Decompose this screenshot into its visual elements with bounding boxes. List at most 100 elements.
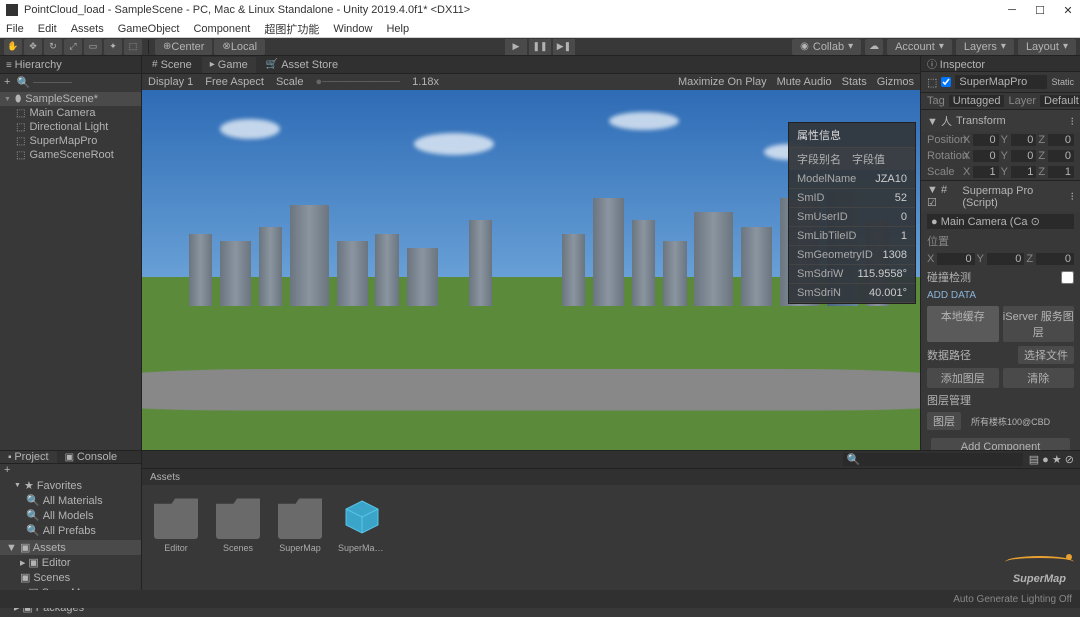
lighting-status[interactable]: Auto Generate Lighting Off — [953, 594, 1072, 605]
hand-tool[interactable]: ✋ — [4, 39, 22, 55]
rot-z[interactable]: 0 — [1048, 150, 1074, 162]
local-cache-tab[interactable]: 本地缓存 — [927, 306, 999, 342]
maximize-button[interactable]: ☐ — [1034, 4, 1046, 16]
iserver-tab[interactable]: iServer 服务图层 — [1003, 306, 1075, 342]
collab-button[interactable]: ◉ Collab ▾ — [792, 39, 861, 55]
rot-y[interactable]: 0 — [1011, 150, 1037, 162]
fav-prefabs[interactable]: 🔍 All Prefabs — [0, 523, 141, 538]
pivot-local[interactable]: ⊗ Local — [214, 39, 265, 55]
status-bar: Auto Generate Lighting Off — [0, 590, 1080, 608]
stats-toggle[interactable]: Stats — [842, 76, 867, 88]
aspect-dropdown[interactable]: Free Aspect — [205, 76, 264, 88]
add-layer-button[interactable]: 添加图层 — [927, 368, 999, 388]
pos-z[interactable]: 0 — [1048, 134, 1074, 146]
clear-button[interactable]: 清除 — [1003, 368, 1075, 388]
project-create[interactable]: + — [4, 464, 10, 476]
hierarchy-scene[interactable]: ▼ ⬮ SampleScene* — [0, 92, 141, 106]
main-camera-field[interactable]: ● Main Camera (Ca ⊙ — [927, 214, 1074, 229]
mute-audio[interactable]: Mute Audio — [777, 76, 832, 88]
menu-help[interactable]: Help — [386, 23, 409, 35]
attr-row: SmID52 — [789, 189, 915, 208]
asset-folder-scenes[interactable]: Scenes — [214, 495, 262, 553]
rotate-tool[interactable]: ↻ — [44, 39, 62, 55]
project-filter[interactable]: ▤ ● ★ ⊘ — [1029, 453, 1074, 466]
attribute-info-panel[interactable]: 属性信息 字段别名 字段值 ModelNameJZA10 SmID52 SmUs… — [788, 122, 916, 304]
tag-dropdown[interactable]: Untagged — [949, 95, 1005, 107]
layers-dropdown[interactable]: Layers ▾ — [956, 39, 1014, 55]
game-render-view[interactable]: 属性信息 字段别名 字段值 ModelNameJZA10 SmID52 SmUs… — [142, 90, 920, 450]
step-button[interactable]: ▶❚ — [553, 39, 575, 55]
rot-x[interactable]: 0 — [973, 150, 999, 162]
inspector-tab[interactable]: ⓘ Inspector — [921, 56, 1080, 72]
scale-value: 1.18x — [412, 76, 439, 88]
script-component-header[interactable]: ▼ # ☑ Supermap Pro (Script)⁝ — [921, 181, 1080, 212]
menu-window[interactable]: Window — [333, 23, 372, 35]
custom-tool[interactable]: ⬚ — [124, 39, 142, 55]
hierarchy-item-supermappro[interactable]: ⬚ SuperMapPro — [0, 134, 141, 148]
rect-tool[interactable]: ▭ — [84, 39, 102, 55]
menu-edit[interactable]: Edit — [38, 23, 57, 35]
game-view-panel: # Scene ▸ Game 🛒 Asset Store Display 1 F… — [142, 56, 920, 450]
pause-button[interactable]: ❚❚ — [529, 39, 551, 55]
assets-breadcrumb[interactable]: Assets — [142, 469, 1080, 485]
menu-assets[interactable]: Assets — [71, 23, 104, 35]
tree-scenes[interactable]: ▣ Scenes — [0, 570, 141, 585]
pivot-center[interactable]: ⊕ Center — [155, 39, 212, 55]
asset-prefab-supermap[interactable]: SuperMap... — [338, 495, 386, 553]
transform-tool[interactable]: ✦ — [104, 39, 122, 55]
gameobject-name[interactable]: SuperMapPro — [955, 75, 1047, 89]
tab-console[interactable]: ▣ Console — [57, 451, 126, 463]
project-content: 🔍 ▤ ● ★ ⊘ Assets Editor Scenes SuperMap … — [142, 451, 1080, 608]
fav-models[interactable]: 🔍 All Models — [0, 508, 141, 523]
asset-folder-editor[interactable]: Editor — [152, 495, 200, 553]
display-dropdown[interactable]: Display 1 — [148, 76, 193, 88]
cloud-button[interactable]: ☁ — [865, 39, 883, 55]
fav-materials[interactable]: 🔍 All Materials — [0, 493, 141, 508]
project-search[interactable]: 🔍 — [843, 453, 1023, 466]
hierarchy-item-light[interactable]: ⬚ Directional Light — [0, 120, 141, 134]
browse-file-button[interactable]: 选择文件 — [1018, 346, 1074, 364]
scale-tool[interactable]: ⤢ — [64, 39, 82, 55]
pos-y[interactable]: 0 — [1011, 134, 1037, 146]
layer-dropdown[interactable]: Default — [1040, 95, 1080, 107]
hierarchy-item-gamesceneroot[interactable]: ⬚ GameSceneRoot — [0, 148, 141, 162]
pos-x[interactable]: 0 — [973, 134, 999, 146]
hierarchy-tab[interactable]: ≡ Hierarchy — [0, 56, 141, 74]
menu-component[interactable]: Component — [193, 23, 250, 35]
transform-component-header[interactable]: ▼ 人 Transform⁝ — [921, 110, 1080, 132]
hierarchy-create[interactable]: + — [4, 76, 10, 88]
favorites-header[interactable]: ▼ ★ Favorites — [0, 478, 141, 493]
move-tool[interactable]: ✥ — [24, 39, 42, 55]
minimize-button[interactable]: ─ — [1006, 4, 1018, 16]
tab-scene[interactable]: # Scene — [144, 57, 200, 73]
tree-editor[interactable]: ▶ ▣ Editor — [0, 555, 141, 570]
menu-gameobject[interactable]: GameObject — [118, 23, 180, 35]
gameobject-active-checkbox[interactable] — [941, 77, 951, 87]
window-titlebar: PointCloud_load - SampleScene - PC, Mac … — [0, 0, 1080, 20]
scale-slider[interactable]: ●────────── — [315, 76, 400, 88]
menu-file[interactable]: File — [6, 23, 24, 35]
hierarchy-item-camera[interactable]: ⬚ Main Camera — [0, 106, 141, 120]
tab-project[interactable]: ▪ Project — [0, 451, 57, 463]
scale-z[interactable]: 1 — [1048, 166, 1074, 178]
scale-y[interactable]: 1 — [1011, 166, 1037, 178]
tab-asset-store[interactable]: 🛒 Asset Store — [258, 57, 346, 73]
maximize-on-play[interactable]: Maximize On Play — [678, 76, 767, 88]
add-component-button[interactable]: Add Component — [931, 438, 1070, 450]
hierarchy-search[interactable]: 🔍 ───── — [16, 76, 72, 89]
gizmos-toggle[interactable]: Gizmos — [877, 76, 914, 88]
add-data-section: ADD DATA — [921, 287, 1080, 304]
hierarchy-panel: ≡ Hierarchy + 🔍 ───── ▼ ⬮ SampleScene* ⬚… — [0, 56, 142, 450]
assets-header[interactable]: ▼ ▣ Assets — [0, 540, 141, 555]
layers-button[interactable]: 图层 — [927, 412, 961, 430]
layout-dropdown[interactable]: Layout ▾ — [1018, 39, 1076, 55]
account-dropdown[interactable]: Account ▾ — [887, 39, 952, 55]
close-button[interactable]: ✕ — [1062, 4, 1074, 16]
scale-x[interactable]: 1 — [973, 166, 999, 178]
play-button[interactable]: ▶ — [505, 39, 527, 55]
static-toggle[interactable]: Static — [1051, 77, 1074, 87]
collision-checkbox[interactable] — [1061, 271, 1074, 284]
asset-folder-supermap[interactable]: SuperMap — [276, 495, 324, 553]
tab-game[interactable]: ▸ Game — [202, 57, 256, 73]
menu-supermap[interactable]: 超图扩功能 — [264, 21, 319, 37]
